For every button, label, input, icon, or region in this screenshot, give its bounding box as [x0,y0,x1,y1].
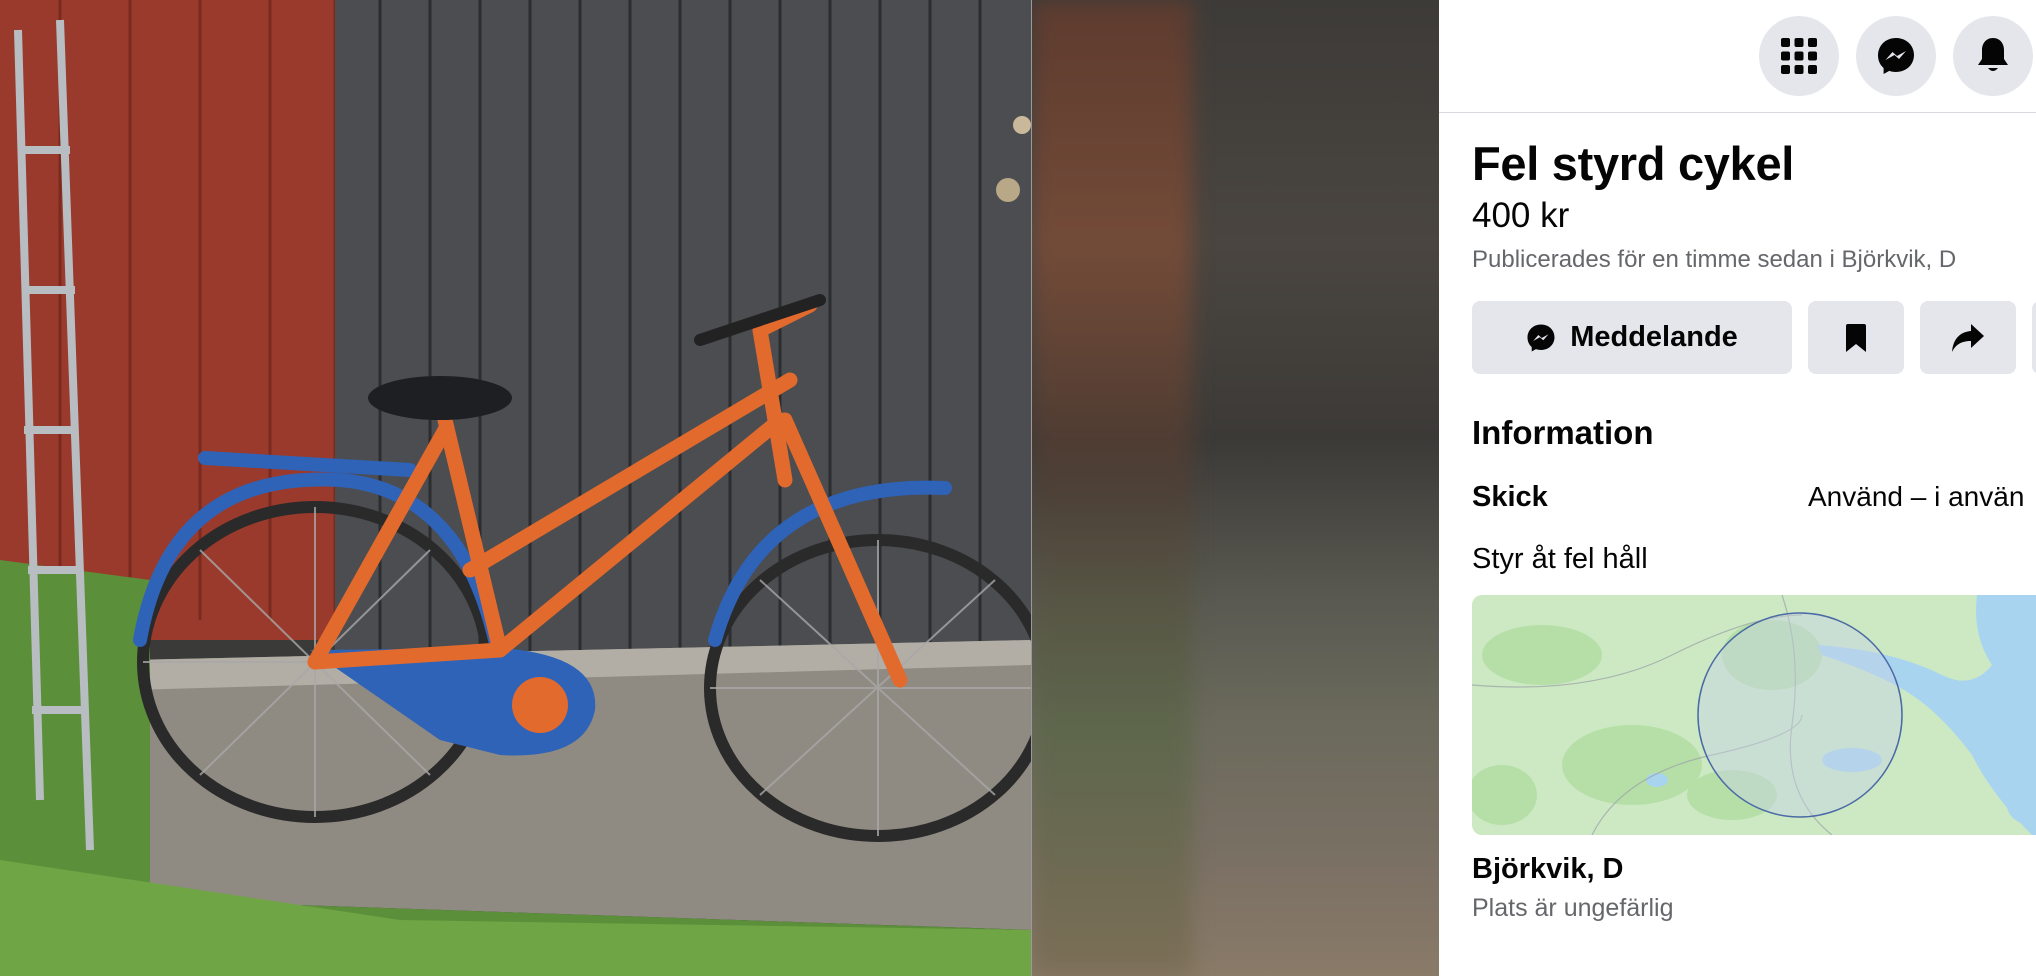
location-approximate-note: Plats är ungefärlig [1472,894,1674,922]
condition-label: Skick [1472,481,1548,513]
bell-icon [1978,38,2008,71]
listing-price: 400 kr [1472,196,1570,235]
messenger-icon [1878,38,1914,74]
bookmark-icon [1846,323,1866,352]
information-heading: Information [1472,414,1654,451]
listing-photo [0,0,1031,976]
location-map[interactable] [1472,595,2036,835]
share-button[interactable] [1920,301,2016,374]
menu-button[interactable] [1759,16,1839,96]
messenger-button[interactable] [1856,16,1936,96]
save-button[interactable] [1808,301,1904,374]
top-navigation-bar [1439,0,2036,113]
more-options-button[interactable] [2032,301,2036,374]
listing-title: Fel styrd cykel [1472,137,1795,190]
message-button[interactable]: Meddelande [1472,301,1792,374]
grid-menu-icon [1781,38,1817,74]
listing-details-panel: Fel styrd cykel 400 kr Publicerades för … [1439,0,2036,976]
photo-viewer[interactable] [0,0,1439,976]
listing-posted-info: Publicerades för en timme sedan i Björkv… [1472,246,1957,273]
blurred-photo-backdrop [1032,0,1439,976]
message-button-label: Meddelande [1570,321,1738,353]
messenger-icon [1527,324,1555,351]
listing-description: Styr åt fel håll [1472,543,1648,575]
photo-divider [1031,0,1032,976]
notifications-button[interactable] [1953,16,2033,96]
location-name: Björkvik, D [1472,853,1624,885]
condition-value: Använd – i använ [1808,481,2025,512]
share-icon [1952,323,1984,352]
map-image [1472,595,2036,835]
